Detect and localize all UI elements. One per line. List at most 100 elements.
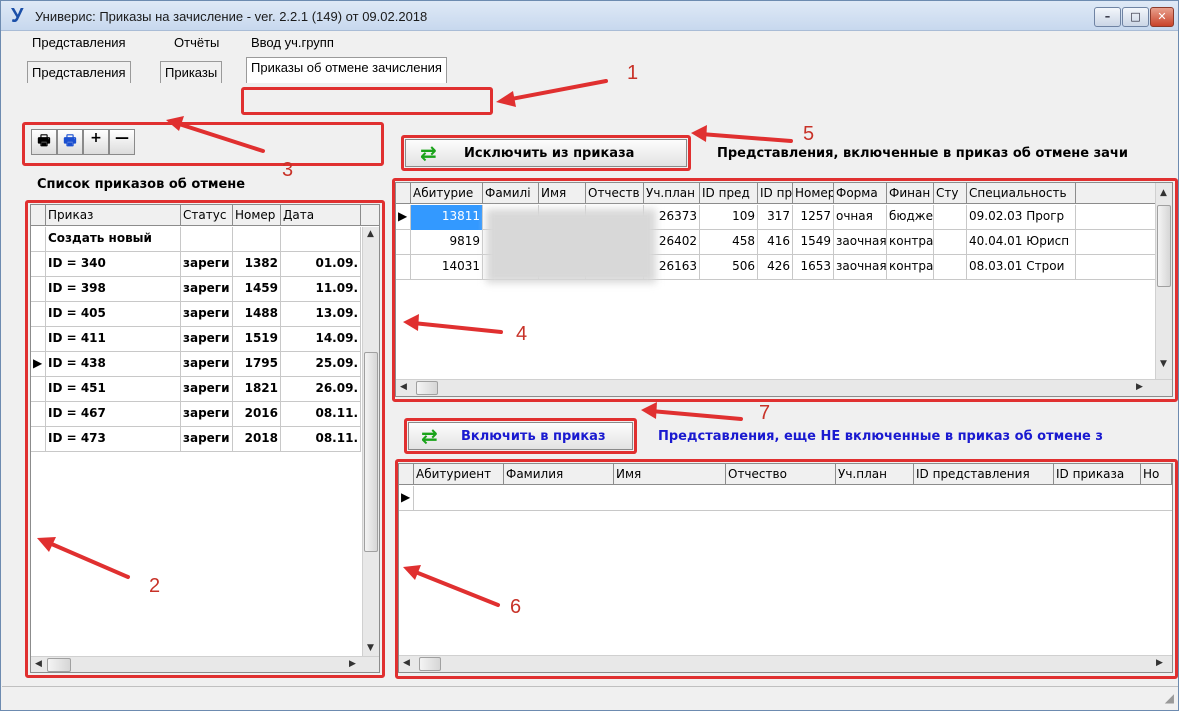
current-row-indicator: ▶ — [399, 486, 414, 511]
print-color-icon[interactable]: 🖶 — [57, 129, 83, 155]
annotation-label-1: 1 — [627, 62, 639, 84]
resize-grip-icon[interactable]: ◢ — [1165, 691, 1174, 705]
printer-icon[interactable]: 🖶 — [31, 129, 57, 155]
orders-vscroll[interactable]: ▲ ▼ — [362, 227, 379, 657]
column-header[interactable]: Но — [1141, 464, 1172, 485]
left-toolbar: 🖶 🖶 + — — [27, 127, 160, 157]
annotation-label-7: 7 — [759, 402, 771, 424]
table-cell: 506 — [700, 255, 758, 280]
table-cell: 1653 — [793, 255, 834, 280]
row-indicator — [31, 227, 46, 252]
table-row[interactable]: ID = 411 зареги 1519 14.09. — [31, 327, 361, 352]
included-vscroll-thumb[interactable] — [1157, 205, 1171, 287]
row-indicator — [396, 255, 411, 280]
included-vscroll[interactable]: ▲ ▼ — [1155, 183, 1172, 379]
table-cell: контра — [887, 230, 934, 255]
title-bar[interactable]: У Универис: Приказы на зачисление - ver.… — [1, 1, 1178, 31]
column-header[interactable]: Уч.план — [836, 464, 914, 485]
exclude-from-order-button[interactable]: ⇄ Исключить из приказа — [405, 139, 687, 167]
column-header[interactable]: Отчеств — [586, 183, 644, 204]
column-header[interactable]: Форма — [834, 183, 887, 204]
plus-icon[interactable]: + — [83, 129, 109, 155]
column-header[interactable]: Номер — [793, 183, 834, 204]
column-header[interactable]: Имя — [614, 464, 726, 485]
included-hscroll[interactable]: ◀ ▶ — [396, 379, 1172, 396]
table-cell: 426 — [758, 255, 793, 280]
column-header[interactable]: Абитуриент — [414, 464, 504, 485]
menu-reports[interactable]: Отчёты — [174, 35, 219, 50]
orders-grid-body: Создать новый ID = 340 зареги 1382 01.09. ID … — [31, 227, 361, 477]
minus-icon[interactable]: — — [109, 129, 135, 155]
tab-orders[interactable]: Приказы — [160, 61, 223, 83]
table-row[interactable]: ID = 467 зареги 2016 08.11. — [31, 402, 361, 427]
table-cell: 9819 — [411, 230, 483, 255]
row-indicator: ▶ — [31, 352, 46, 377]
included-hscroll-thumb[interactable] — [416, 381, 438, 395]
column-header[interactable]: Фамилі — [483, 183, 539, 204]
table-cell: зареги — [181, 302, 233, 327]
orders-hscroll-thumb[interactable] — [47, 658, 71, 672]
orders-hscroll[interactable]: ◀ ▶ — [31, 656, 379, 672]
table-cell: ID = 398 — [46, 277, 181, 302]
table-cell: 08.03.01 Строи — [967, 255, 1076, 280]
row-indicator-header — [399, 464, 414, 485]
included-grid[interactable]: Абитурие Фамилі Имя Отчеств Уч.план ID пред ID… — [395, 182, 1173, 397]
column-header[interactable]: Специальность — [967, 183, 1076, 204]
column-header[interactable]: ID представления — [914, 464, 1054, 485]
menu-bar: Представления Отчёты Ввод уч.групп — [2, 32, 1178, 54]
minimize-icon[interactable]: – — [1094, 7, 1121, 27]
menu-representations[interactable]: Представления — [32, 35, 126, 50]
table-row[interactable]: ID = 340 зареги 1382 01.09. — [31, 252, 361, 277]
table-cell: зареги — [181, 352, 233, 377]
redacted-names — [486, 209, 656, 283]
orders-grid[interactable]: Приказ Статус Номер Дата Создать новый ID… — [30, 204, 380, 673]
included-grid-header: Абитурие Фамилі Имя Отчеств Уч.план ID пред ID… — [396, 183, 1156, 204]
column-header[interactable]: Фамилия — [504, 464, 614, 485]
column-header[interactable]: ID пред — [700, 183, 758, 204]
column-header[interactable]: Сту — [934, 183, 967, 204]
not-included-hscroll-thumb[interactable] — [419, 657, 441, 671]
annotation-box-tab — [241, 87, 493, 115]
table-row[interactable]: ID = 473 зареги 2018 08.11. — [31, 427, 361, 452]
table-row[interactable]: Создать новый — [31, 227, 361, 252]
table-cell: 1549 — [793, 230, 834, 255]
maximize-icon[interactable]: □ — [1122, 7, 1149, 27]
close-icon[interactable]: ✕ — [1150, 7, 1174, 27]
menu-groups-input[interactable]: Ввод уч.групп — [251, 35, 334, 50]
table-cell: контра — [887, 255, 934, 280]
table-cell: очная — [834, 205, 887, 230]
table-cell: 11.09. — [281, 277, 361, 302]
table-row[interactable]: ▶ — [399, 486, 1172, 511]
col-order[interactable]: Приказ — [46, 205, 181, 226]
table-cell: ID = 438 — [46, 352, 181, 377]
not-included-grid[interactable]: Абитуриент Фамилия Имя Отчество Уч.план ID пр… — [398, 463, 1173, 673]
column-header[interactable]: Уч.план — [644, 183, 700, 204]
column-header[interactable]: Финан — [887, 183, 934, 204]
table-row[interactable]: ID = 451 зареги 1821 26.09. — [31, 377, 361, 402]
column-header[interactable]: Абитурие — [411, 183, 483, 204]
col-number[interactable]: Номер — [233, 205, 281, 226]
col-date[interactable]: Дата — [281, 205, 361, 226]
table-cell: 01.09. — [281, 252, 361, 277]
column-header[interactable]: Имя — [539, 183, 586, 204]
tab-cancel-orders[interactable]: Приказы об отмене зачисления — [246, 57, 447, 83]
table-row[interactable]: ▶ ID = 438 зареги 1795 25.09. — [31, 352, 361, 377]
column-header[interactable]: ID пр — [758, 183, 793, 204]
row-indicator — [31, 377, 46, 402]
annotation-label-3: 3 — [282, 159, 294, 181]
table-cell: 2018 — [233, 427, 281, 452]
not-included-hscroll[interactable]: ◀ ▶ — [399, 655, 1172, 672]
col-status[interactable]: Статус — [181, 205, 233, 226]
table-cell: зареги — [181, 252, 233, 277]
column-header[interactable]: Отчество — [726, 464, 836, 485]
table-cell: 1821 — [233, 377, 281, 402]
tab-representations[interactable]: Представления — [27, 61, 131, 83]
table-cell: 2016 — [233, 402, 281, 427]
orders-vscroll-thumb[interactable] — [364, 352, 378, 552]
column-header[interactable]: ID приказа — [1054, 464, 1141, 485]
table-cell — [934, 255, 967, 280]
include-in-order-button[interactable]: ⇄ Включить в приказ — [408, 422, 633, 450]
table-row[interactable]: ID = 405 зареги 1488 13.09. — [31, 302, 361, 327]
table-row[interactable]: ID = 398 зареги 1459 11.09. — [31, 277, 361, 302]
status-bar: ◢ — [2, 686, 1178, 710]
